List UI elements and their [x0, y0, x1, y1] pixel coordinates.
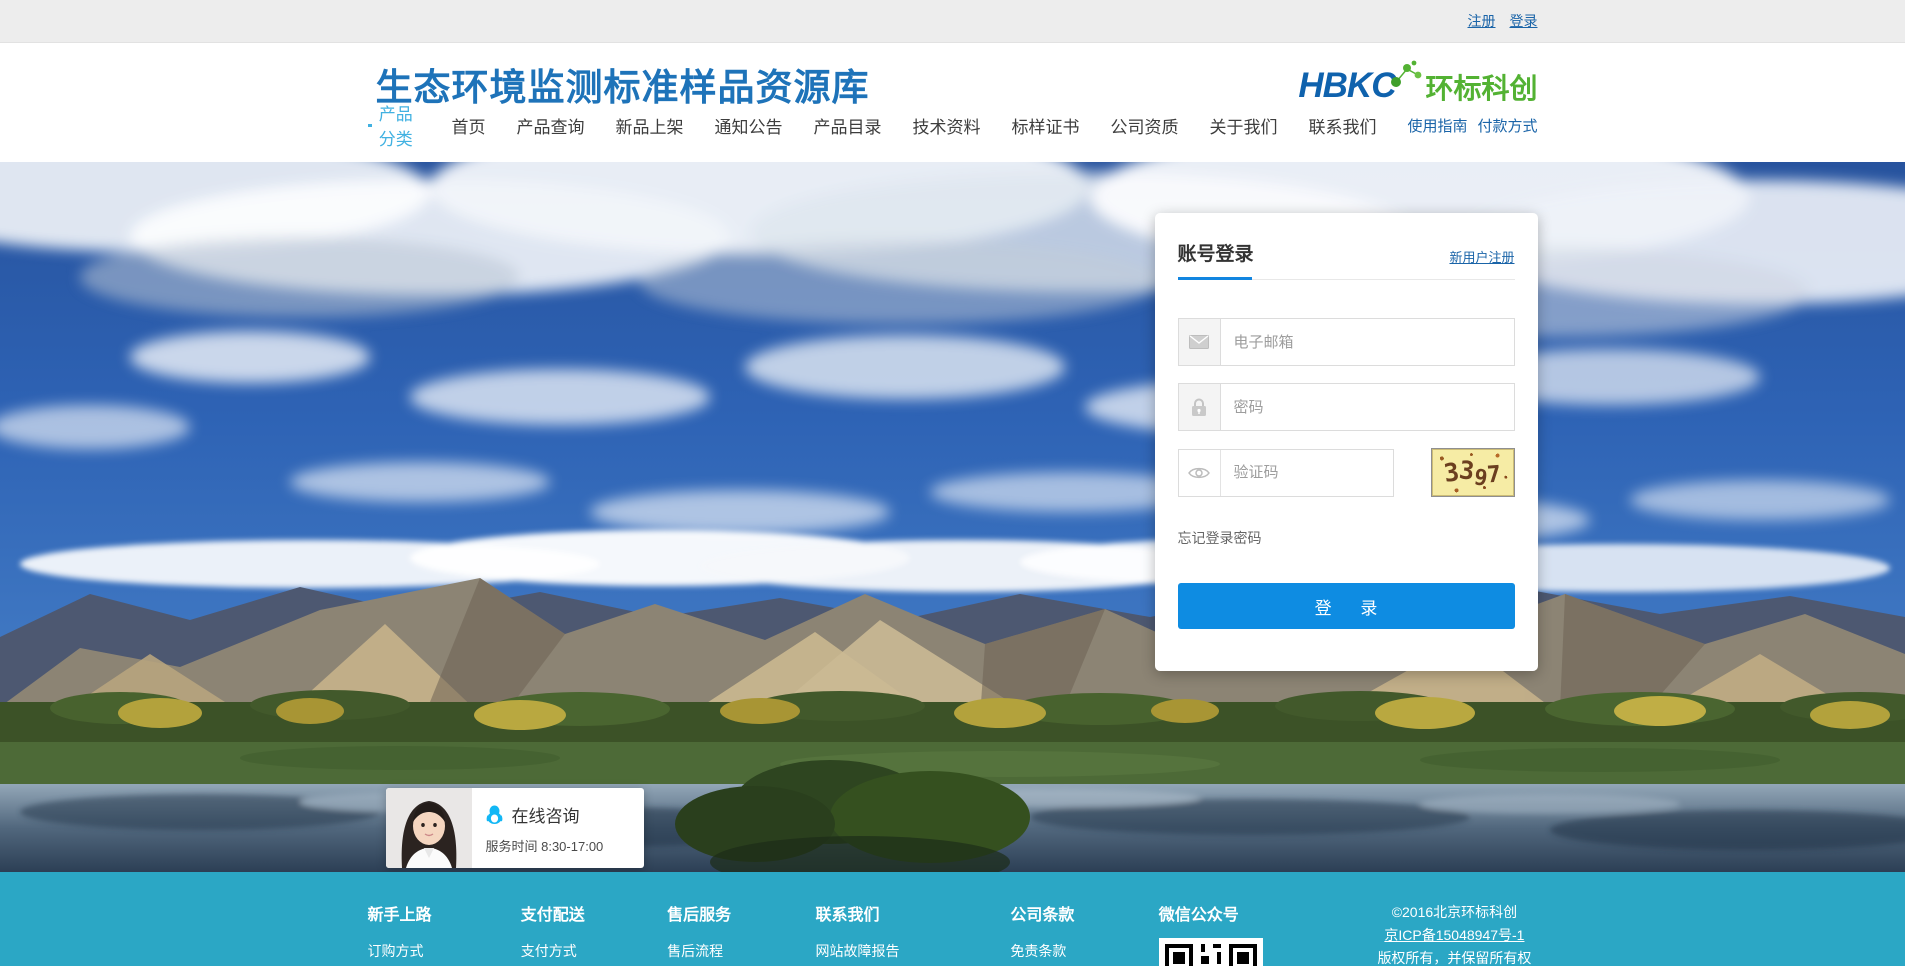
wechat-qr-code [1159, 938, 1263, 966]
footer-link-order-method[interactable]: 订购方式 [368, 938, 521, 965]
footer-col-beginners: 新手上路 订购方式 购物流程 [368, 901, 521, 966]
nav-item-contact-us[interactable]: 联系我们 [1308, 113, 1376, 138]
nav-item-certificates[interactable]: 标样证书 [1011, 113, 1079, 138]
email-field-group [1178, 318, 1515, 366]
footer-col-payment-delivery: 支付配送 支付方式 配送方式 [521, 901, 667, 966]
nav-item-product-catalog[interactable]: 产品目录 [813, 113, 881, 138]
footer-link-payment-method[interactable]: 支付方式 [521, 938, 667, 965]
topbar-register-link[interactable]: 注册 [1468, 11, 1496, 31]
new-user-register-link[interactable]: 新用户注册 [1449, 247, 1514, 266]
footer-col-after-sales: 售后服务 售后流程 退换货原则 [667, 901, 815, 966]
nav-item-product-category[interactable]: 产品分类 [368, 100, 421, 150]
captcha-input[interactable] [1221, 450, 1393, 496]
footer: 新手上路 订购方式 购物流程 支付配送 支付方式 配送方式 售后服务 售后流程 … [0, 872, 1905, 966]
panel-divider [1178, 279, 1515, 280]
logo-text: HBKC [1298, 68, 1395, 103]
footer-link-fault-report[interactable]: 网站故障报告 [816, 938, 1011, 965]
company-logo: HBKC 环标科创 [1298, 59, 1537, 103]
login-button[interactable]: 登 录 [1178, 583, 1515, 629]
nav-item-qualifications[interactable]: 公司资质 [1110, 113, 1178, 138]
consult-title: 在线咨询 [512, 802, 580, 827]
lock-icon [1179, 384, 1221, 430]
forgot-password-link[interactable]: 忘记登录密码 [1178, 528, 1515, 548]
nav-item-product-query[interactable]: 产品查询 [516, 113, 584, 138]
captcha-image[interactable]: 3 3 9 7 [1431, 448, 1515, 497]
nav-item-label: 产品分类 [379, 100, 421, 150]
footer-link-aftersales-flow[interactable]: 售后流程 [667, 938, 815, 965]
molecule-icon [1389, 59, 1423, 89]
active-item-bullet-icon [368, 124, 372, 127]
logo-company-name: 环标科创 [1425, 74, 1537, 103]
footer-col-title: 微信公众号 [1159, 901, 1372, 925]
footer-col-contact: 联系我们 网站故障报告 投诉与建议 [816, 901, 1011, 966]
header: 生态环境监测标准样品资源库 HBKC 环标科创 产品分类 首 [0, 43, 1905, 162]
password-input[interactable] [1221, 384, 1514, 430]
nav-item-new-arrivals[interactable]: 新品上架 [615, 113, 683, 138]
captcha-row: 3 3 9 7 [1178, 448, 1515, 497]
qq-penguin-icon [486, 805, 503, 824]
nav-item-notices[interactable]: 通知公告 [714, 113, 782, 138]
footer-col-title: 新手上路 [368, 901, 521, 925]
page: 注册 登录 生态环境监测标准样品资源库 HBKC 环标科创 [0, 0, 1905, 966]
nav-item-about-us[interactable]: 关于我们 [1209, 113, 1277, 138]
main-nav: 产品分类 首页 产品查询 新品上架 通知公告 产品目录 技术资料 标样证书 公司… [368, 100, 1538, 150]
topbar-login-link[interactable]: 登录 [1510, 11, 1538, 31]
online-consult-widget[interactable]: 在线咨询 服务时间 8:30-17:00 [386, 788, 644, 868]
captcha-digit: 7 [1486, 464, 1501, 488]
footer-col-title: 支付配送 [521, 901, 667, 925]
login-panel: 账号登录 新用户注册 [1155, 213, 1538, 671]
copyright-line: ©2016北京环标科创 [1371, 901, 1537, 924]
footer-col-title: 公司条款 [1010, 901, 1158, 925]
footer-col-title: 售后服务 [667, 901, 815, 925]
email-input[interactable] [1221, 319, 1514, 365]
hero-section: 账号登录 新用户注册 [0, 162, 1905, 872]
footer-col-title: 联系我们 [816, 901, 1011, 925]
copyright-block: ©2016北京环标科创 京ICP备15048947号-1 版权所有，并保留所有权… [1371, 901, 1537, 966]
payment-method-link[interactable]: 付款方式 [1477, 115, 1537, 136]
consult-hours: 服务时间 8:30-17:00 [486, 836, 604, 855]
password-field-group [1178, 383, 1515, 431]
login-panel-title: 账号登录 [1178, 239, 1254, 266]
eye-icon [1179, 450, 1221, 496]
footer-col-wechat: 微信公众号 [1159, 901, 1372, 966]
footer-link-disclaimer[interactable]: 免责条款 [1010, 938, 1158, 965]
icp-license-link[interactable]: 京ICP备15048947号-1 [1371, 924, 1537, 947]
nav-item-home[interactable]: 首页 [451, 113, 485, 138]
active-tab-indicator [1178, 277, 1252, 280]
captcha-field-group [1178, 449, 1394, 497]
service-agent-avatar [386, 788, 472, 868]
nav-item-technical-docs[interactable]: 技术资料 [912, 113, 980, 138]
footer-col-terms: 公司条款 免责条款 隐私保护 [1010, 901, 1158, 966]
rights-line: 版权所有，并保留所有权利 [1371, 947, 1537, 966]
topbar: 注册 登录 [0, 0, 1905, 43]
envelope-icon [1179, 319, 1221, 365]
user-guide-link[interactable]: 使用指南 [1407, 115, 1467, 136]
